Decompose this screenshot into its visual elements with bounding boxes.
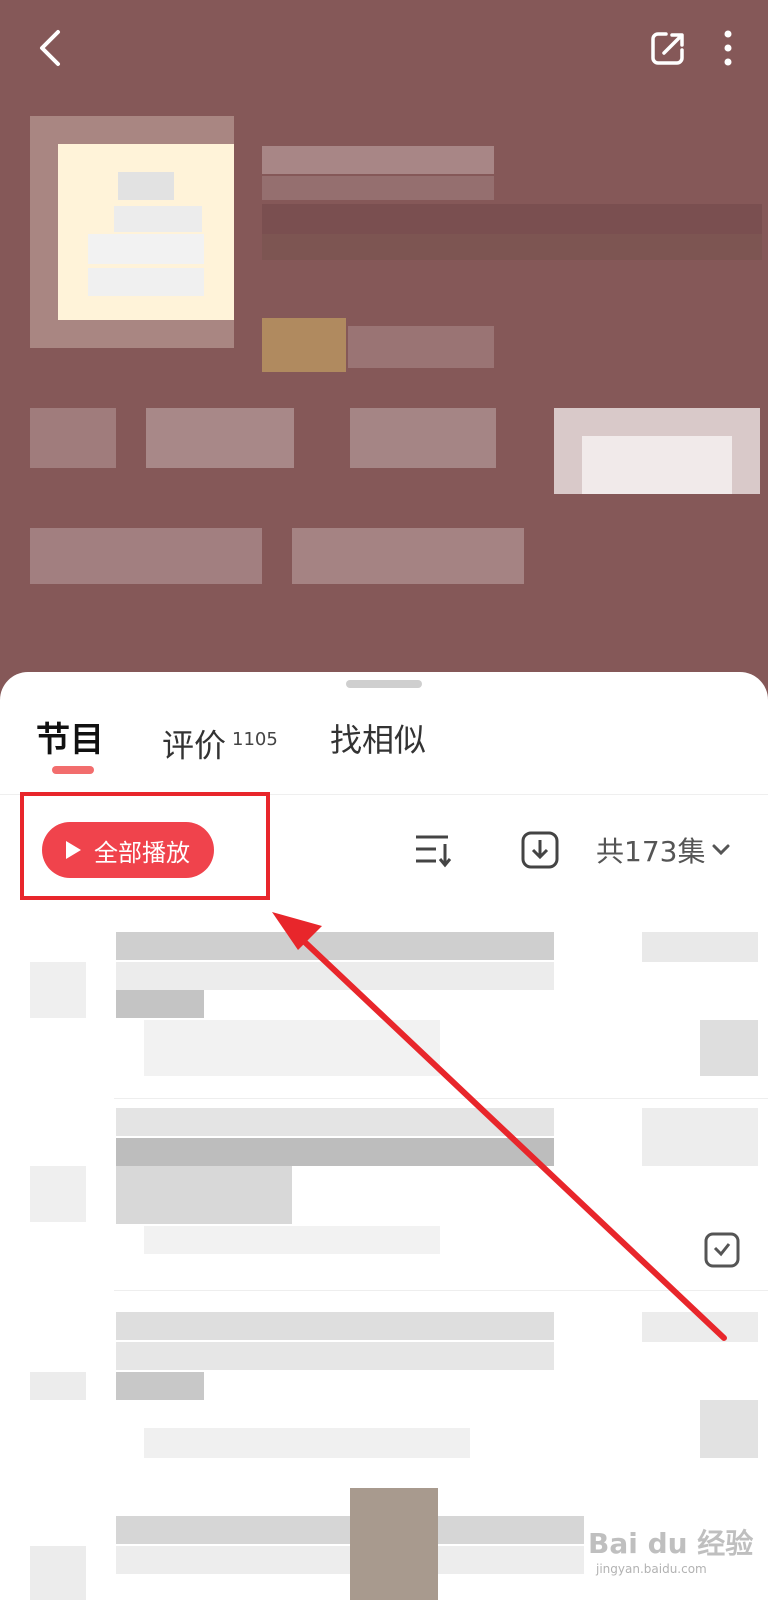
episode-thumb-blurred	[350, 1488, 438, 1600]
episode-count-label: 共173集	[596, 835, 706, 868]
episode-date-blurred	[642, 932, 758, 962]
episode-date-blurred	[642, 1108, 758, 1166]
active-tab-indicator	[52, 766, 94, 774]
watermark-sub-text: jingyan.baidu.com	[596, 1562, 707, 1576]
share-button[interactable]	[640, 20, 696, 76]
back-button[interactable]	[22, 20, 78, 76]
episode-index-blurred	[30, 1546, 86, 1600]
tab-bar: 节目 评价 1105 找相似	[0, 712, 768, 792]
tab-programs-label: 节目	[36, 720, 104, 760]
episode-meta-blurred	[144, 1428, 470, 1458]
episode-date-blurred	[642, 1312, 758, 1342]
tab-similar[interactable]: 找相似	[330, 712, 426, 768]
episode-index-blurred	[30, 1372, 86, 1400]
share-icon	[651, 32, 684, 65]
app-screen: 节目 评价 1105 找相似 全部播放 共173集 Bai du 经验 jing…	[0, 0, 768, 1600]
watermark-main-text: Bai du 经验	[588, 1527, 754, 1560]
album-cover[interactable]	[30, 116, 234, 348]
tab-reviews-label: 评价	[162, 726, 227, 765]
album-header	[0, 0, 768, 700]
subscribe-button-blurred-inner	[582, 436, 732, 494]
downloaded-icon[interactable]	[704, 1232, 740, 1268]
episode-action-blurred	[700, 1020, 758, 1076]
episode-title-blurred	[116, 932, 554, 960]
sheet-drag-handle[interactable]	[346, 680, 422, 688]
episode-meta-blurred	[144, 1226, 440, 1254]
episode-title-blurred	[116, 1312, 554, 1340]
program-toolbar: 全部播放 共173集	[0, 812, 768, 888]
album-subtitle-blurred-2	[262, 234, 762, 260]
tab-programs[interactable]: 节目	[36, 712, 104, 768]
episode-title-blurred-3	[116, 1166, 292, 1224]
stat-blurred-2	[146, 408, 294, 468]
sort-button[interactable]	[410, 826, 458, 874]
tab-reviews[interactable]: 评价 1105	[162, 712, 278, 774]
play-all-label: 全部播放	[94, 838, 190, 867]
row-divider	[114, 1098, 768, 1099]
tag-blurred-2	[292, 528, 524, 584]
more-button[interactable]	[700, 20, 756, 76]
download-button[interactable]	[516, 826, 564, 874]
tab-similar-label: 找相似	[330, 721, 427, 759]
episode-title-blurred-3	[116, 1372, 204, 1400]
play-all-button[interactable]: 全部播放	[42, 822, 214, 878]
episode-count-selector[interactable]: 共173集	[596, 826, 731, 874]
episode-index-blurred	[30, 1166, 86, 1222]
tab-reviews-count: 1105	[232, 729, 278, 750]
episode-title-blurred-2	[116, 962, 554, 990]
tag-blurred-1	[30, 528, 262, 584]
album-cover-image	[58, 144, 234, 320]
episode-title-blurred-2	[116, 1342, 554, 1370]
author-name-blurred	[348, 326, 494, 368]
row-divider	[114, 1290, 768, 1291]
album-subtitle-blurred	[262, 204, 762, 234]
episode-meta-blurred	[144, 1020, 440, 1076]
play-icon	[64, 840, 82, 860]
tabs-divider	[0, 794, 768, 795]
episode-title-blurred-3	[116, 990, 204, 1018]
author-avatar-blurred	[262, 318, 346, 372]
episode-title-blurred	[116, 1108, 554, 1136]
episode-title-blurred-2	[116, 1138, 554, 1166]
album-title-blurred	[262, 146, 494, 174]
chevron-left-icon	[40, 30, 60, 66]
sort-icon	[416, 835, 452, 868]
baidu-jingyan-watermark: Bai du 经验 jingyan.baidu.com	[588, 1492, 758, 1588]
episode-index-blurred	[30, 962, 86, 1018]
download-icon	[521, 831, 559, 869]
album-title-blurred-2	[262, 176, 494, 200]
stat-blurred-3	[350, 408, 496, 468]
more-vertical-icon	[724, 30, 732, 66]
stat-blurred-1	[30, 408, 116, 468]
chevron-down-icon	[711, 843, 731, 857]
episode-action-blurred	[700, 1400, 758, 1458]
